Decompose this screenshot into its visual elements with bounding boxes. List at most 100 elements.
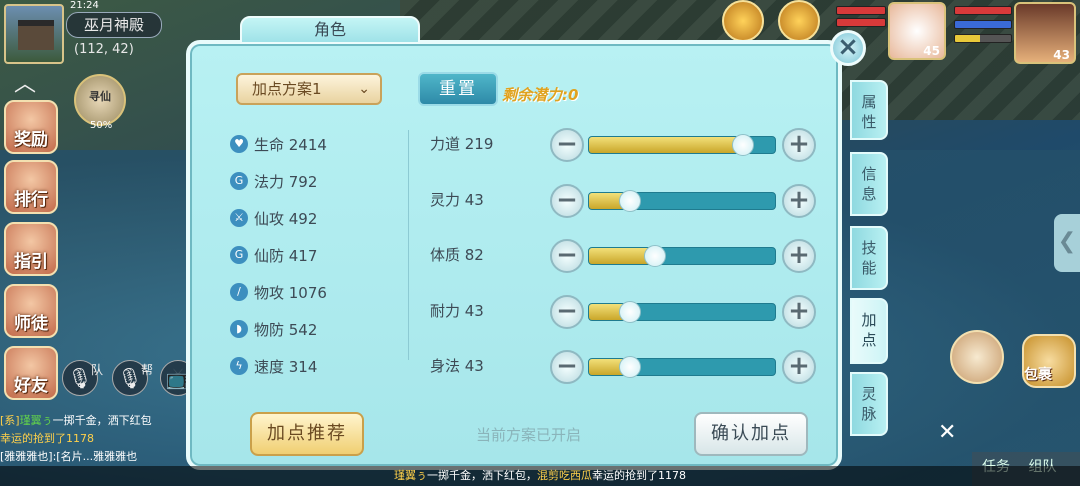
close-icon[interactable]: ×: [830, 30, 866, 66]
point-slider[interactable]: [588, 245, 776, 267]
guild-voice-button[interactable]: 🎙 帮: [112, 360, 153, 396]
plus-button[interactable]: +: [782, 184, 816, 218]
slider-knob[interactable]: [643, 245, 666, 267]
ticker-name: 混剪吃西瓜: [537, 469, 592, 482]
point-row: 体质 82 − +: [430, 239, 820, 279]
pet-mp-bar: [836, 18, 886, 27]
tab-info[interactable]: 信息: [850, 152, 888, 216]
hero-mp-bar: [954, 20, 1012, 29]
chat-name: 瑾翼ぅ: [19, 414, 53, 427]
ticker-text: 幸运的抢到了1178: [592, 469, 686, 482]
point-label: 体质 82: [430, 246, 484, 264]
pet-level: 45: [923, 44, 940, 58]
pet-summon-button[interactable]: [950, 330, 1004, 384]
treasure-icon[interactable]: [722, 0, 764, 42]
recommend-points-button[interactable]: 加点推荐: [250, 412, 364, 456]
point-slider[interactable]: [588, 356, 776, 378]
hero-portrait[interactable]: 43: [1014, 2, 1076, 64]
attribute-row: ♥ 生命 2414: [230, 130, 400, 167]
pet-portrait[interactable]: 45: [888, 2, 946, 60]
attribute-list: ♥ 生命 2414 G 法力 792 ⚔ 仙攻 492 G 仙防 417 / 物攻 107…: [230, 130, 400, 389]
attribute-label: 仙攻 492: [254, 210, 318, 228]
slider-knob[interactable]: [619, 190, 642, 212]
plus-button[interactable]: +: [782, 295, 816, 329]
point-row: 耐力 43 − +: [430, 295, 820, 335]
plus-button[interactable]: +: [782, 239, 816, 273]
attribute-label: 速度 314: [254, 358, 318, 376]
tab-skills[interactable]: 技能: [850, 226, 888, 290]
ticker-name: 瑾翼ぅ: [394, 469, 427, 482]
close-chat-icon[interactable]: ✕: [938, 420, 956, 445]
minus-button[interactable]: −: [550, 239, 584, 273]
point-label: 灵力 43: [430, 191, 484, 209]
chat-tag: [系]: [0, 414, 20, 427]
plus-button[interactable]: +: [782, 350, 816, 384]
chat-text: [雅雅雅也]:[名片...雅雅雅也: [0, 450, 138, 463]
remaining-points: 剩余潜力:0: [502, 86, 579, 104]
coin-icon[interactable]: [778, 0, 820, 42]
heart-icon: ♥: [230, 135, 248, 153]
attribute-row: ◗ 物防 542: [230, 315, 400, 352]
shield-swirl-icon: G: [230, 246, 248, 264]
ticker-text: 一掷千金，洒下红包，: [427, 469, 537, 482]
attribute-label: 物防 542: [254, 321, 318, 339]
confirm-points-button[interactable]: 确认加点: [694, 412, 808, 456]
menu-ranking-button[interactable]: 排行: [4, 160, 58, 214]
attribute-label: 仙防 417: [254, 247, 318, 265]
menu-label: 师徒: [14, 314, 48, 334]
collapse-arrow-icon[interactable]: ︿: [14, 66, 36, 98]
point-label: 身法 43: [430, 357, 484, 375]
chat-text: 幸运的抢到了1178: [0, 432, 94, 445]
bag-label: 包裹: [1024, 367, 1052, 383]
plus-button[interactable]: +: [782, 128, 816, 162]
column-divider: [408, 130, 409, 360]
sword-icon: ⚔: [230, 209, 248, 227]
point-slider[interactable]: [588, 190, 776, 212]
attribute-row: ⚔ 仙攻 492: [230, 204, 400, 241]
hero-hp-bar: [954, 6, 1012, 15]
slider-knob[interactable]: [619, 356, 642, 378]
tab-add-points[interactable]: 加点: [850, 298, 888, 364]
attribute-row: G 仙防 417: [230, 241, 400, 278]
chevron-down-icon: ⌄: [358, 81, 370, 97]
pet-hp-bar: [836, 6, 886, 15]
side-expand-arrow-icon[interactable]: ❮: [1054, 214, 1080, 272]
point-slider[interactable]: [588, 301, 776, 323]
point-label: 力道 219: [430, 135, 494, 153]
reset-button[interactable]: 重置: [418, 72, 498, 106]
menu-reward-button[interactable]: 奖励: [4, 100, 58, 154]
slider-knob[interactable]: [619, 301, 642, 323]
attribute-row: G 法力 792: [230, 167, 400, 204]
team-voice-button[interactable]: 🎙 队: [62, 360, 103, 396]
guild-voice-label: 帮: [141, 363, 154, 377]
plan-dropdown[interactable]: 加点方案1 ⌄: [236, 73, 382, 105]
fairy-button[interactable]: 寻仙: [74, 74, 126, 126]
panel-title: 角色: [240, 16, 420, 44]
attribute-row: ϟ 速度 314: [230, 352, 400, 389]
attribute-label: 法力 792: [254, 173, 318, 191]
system-ticker: 瑾翼ぅ一掷千金，洒下红包，混剪吃西瓜幸运的抢到了1178: [0, 466, 1080, 486]
tab-attributes[interactable]: 属性: [850, 80, 888, 140]
menu-mentor-button[interactable]: 师徒: [4, 284, 58, 338]
minus-button[interactable]: −: [550, 128, 584, 162]
attribute-row: / 物攻 1076: [230, 278, 400, 315]
slider-knob[interactable]: [732, 134, 755, 156]
chat-text: 一掷千金，洒下红包: [52, 414, 152, 427]
location-name[interactable]: 巫月神殿: [66, 12, 162, 38]
fairy-label: 寻仙: [89, 90, 111, 103]
attribute-label: 生命 2414: [254, 136, 327, 154]
minus-button[interactable]: −: [550, 350, 584, 384]
palace-icon: [18, 20, 54, 50]
minimap[interactable]: [4, 4, 64, 64]
chat-box[interactable]: [系]瑾翼ぅ一掷千金，洒下红包 幸运的抢到了1178 [雅雅雅也]:[名片...…: [0, 412, 190, 466]
tab-spirit-veins[interactable]: 灵脉: [850, 372, 888, 436]
point-row: 力道 219 − +: [430, 128, 820, 168]
menu-label: 好友: [14, 376, 48, 396]
hero-sp-bar: [954, 34, 1012, 43]
menu-friends-button[interactable]: 好友: [4, 346, 58, 400]
menu-guide-button[interactable]: 指引: [4, 222, 58, 276]
minus-button[interactable]: −: [550, 184, 584, 218]
attribute-label: 物攻 1076: [254, 284, 327, 302]
point-slider[interactable]: [588, 134, 776, 156]
minus-button[interactable]: −: [550, 295, 584, 329]
